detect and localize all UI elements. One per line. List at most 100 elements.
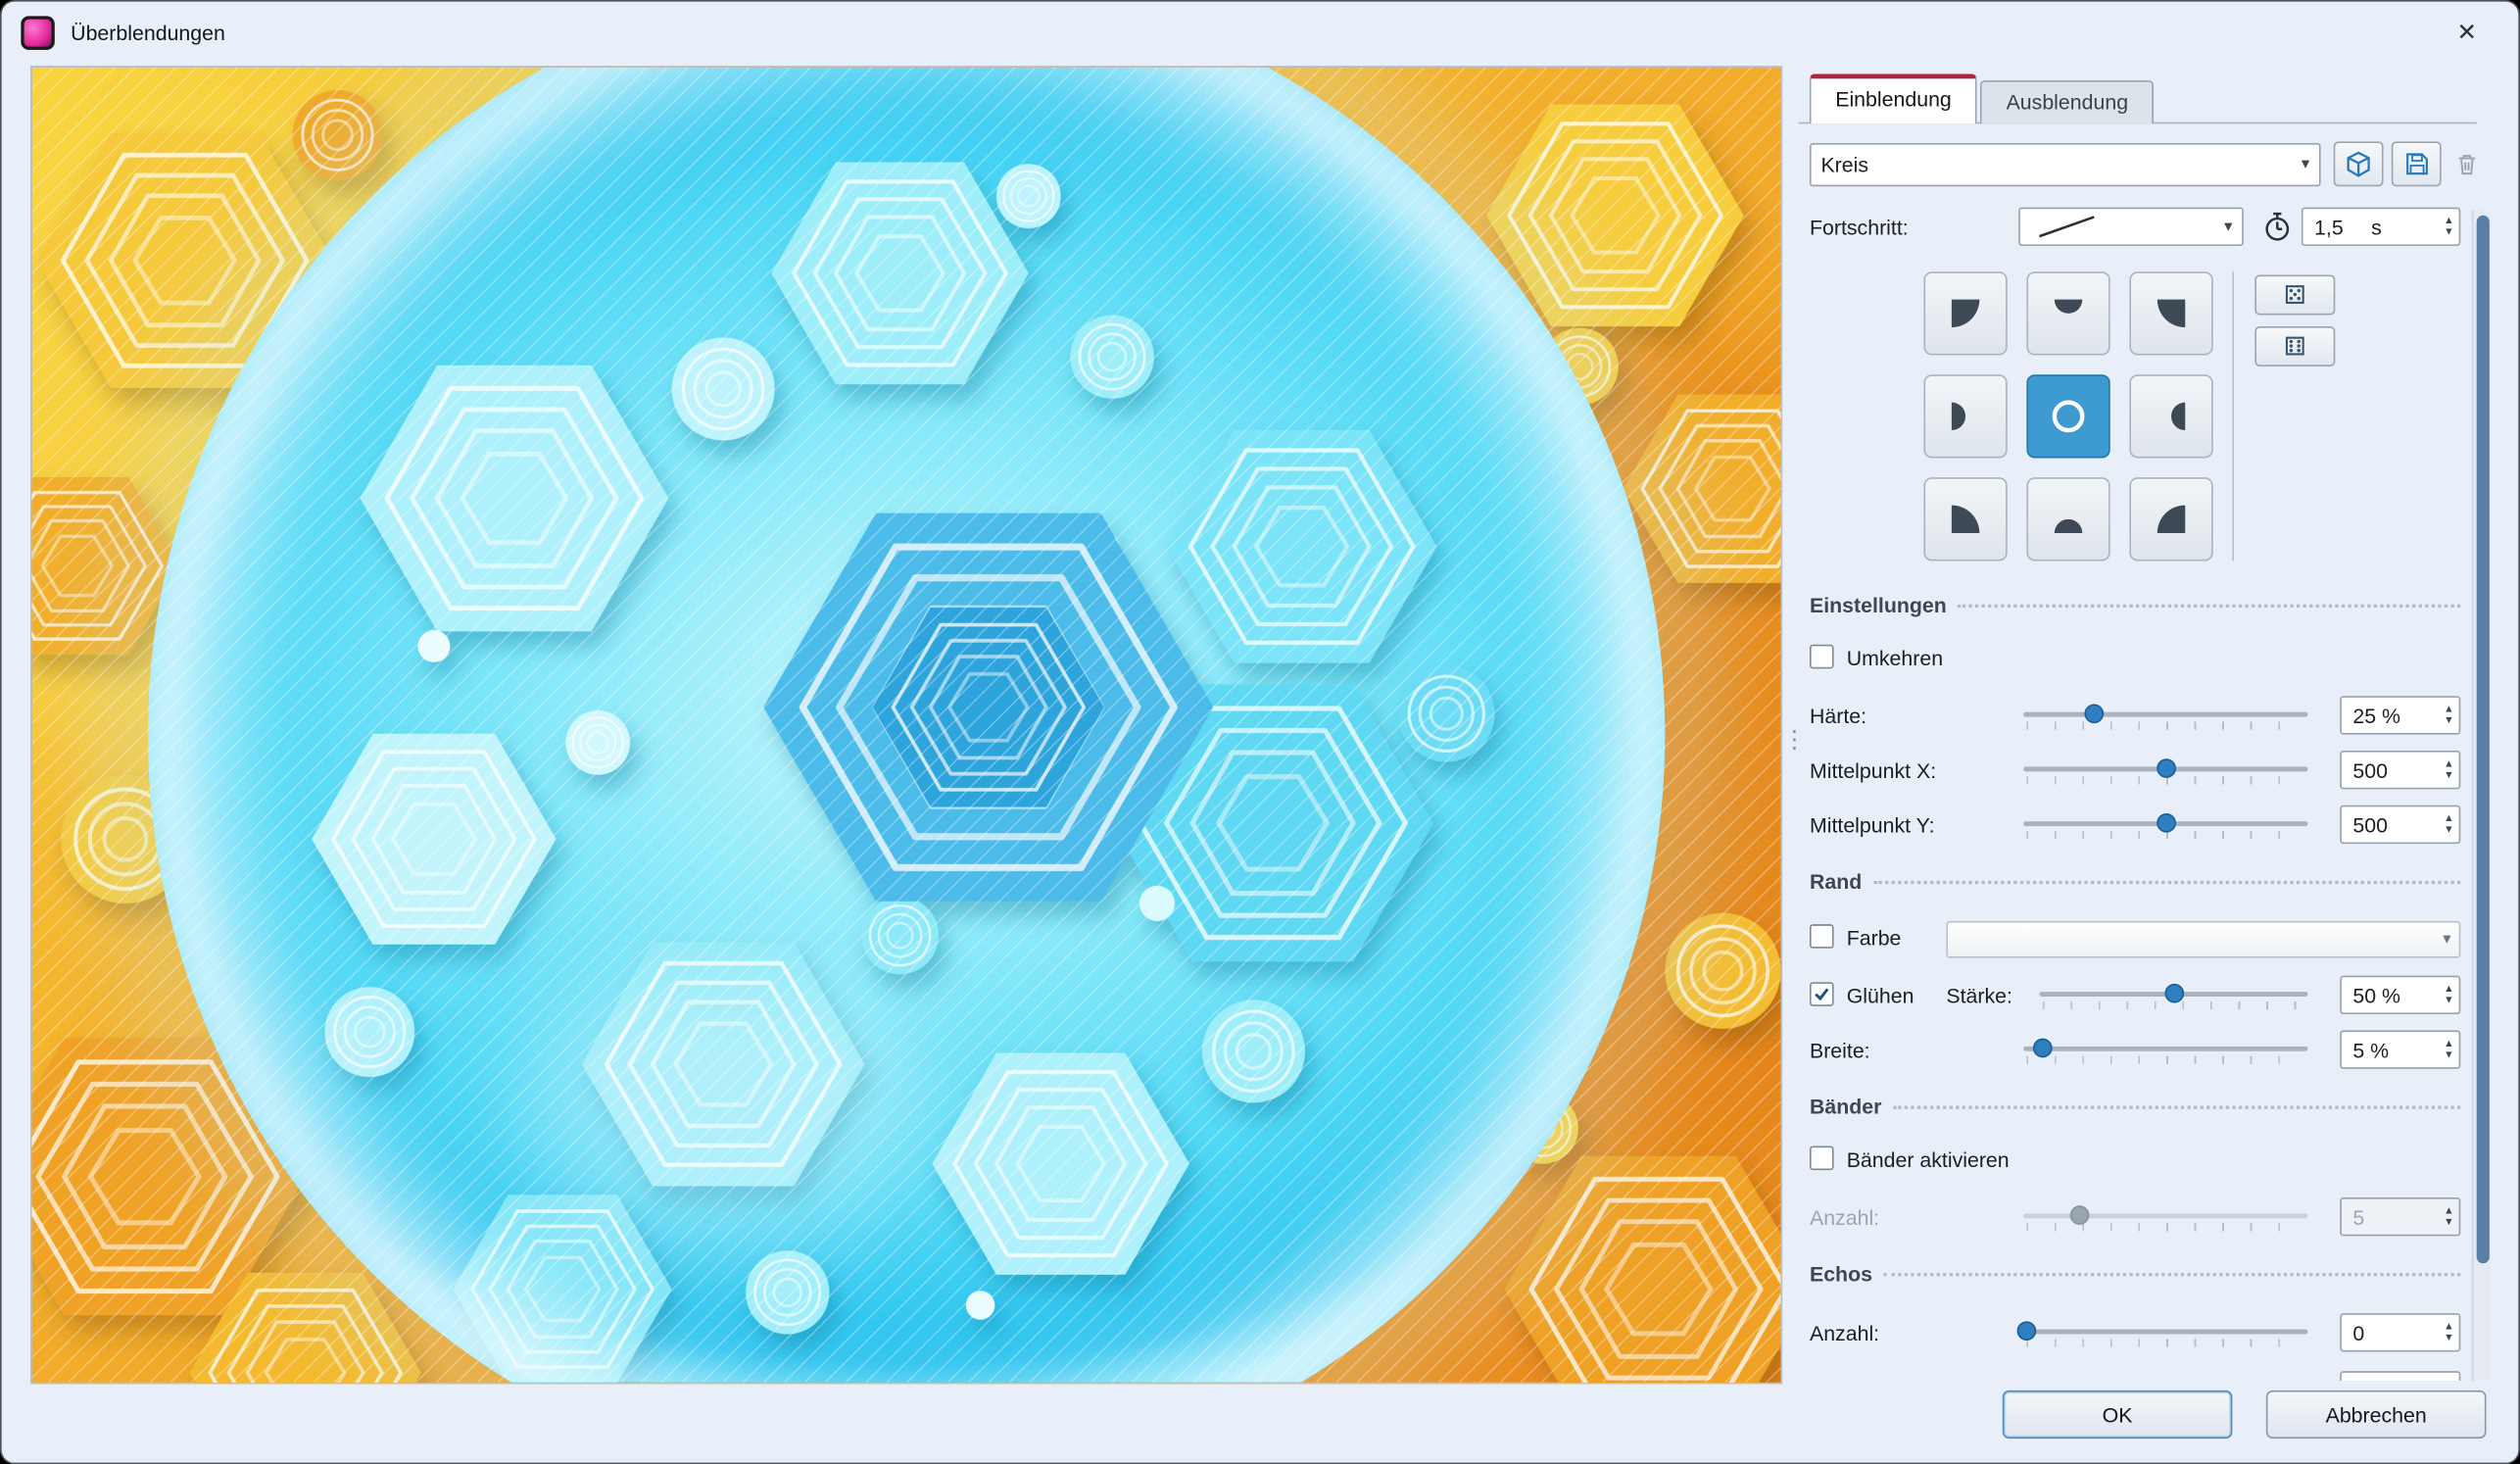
baender-anzahl-label: Anzahl:	[1810, 1205, 1879, 1230]
half-bottom-icon	[2048, 498, 2090, 540]
preset-combobox[interactable]: Kreis ▾	[1810, 143, 2321, 186]
progress-label: Fortschritt:	[1810, 216, 1909, 240]
tab-ausblendung[interactable]: Ausblendung	[1980, 80, 2154, 123]
staerke-label: Stärke:	[1946, 984, 2012, 1008]
spinner-arrows[interactable]: ▲▼	[2438, 704, 2454, 726]
package-button[interactable]	[2334, 141, 2384, 186]
mittelpunkt-y-spinbox[interactable]: 500 ▲▼	[2340, 805, 2460, 844]
origin-bottom-right-button[interactable]	[2129, 477, 2212, 561]
staerke-value: 50 %	[2352, 983, 2400, 1007]
staerke-spinbox[interactable]: 50 % ▲▼	[2340, 976, 2460, 1014]
origin-center-button[interactable]	[2026, 374, 2109, 458]
screen: Überblendungen ✕	[0, 0, 2520, 1464]
save-button[interactable]	[2392, 141, 2442, 186]
mittelpunkt-x-slider-thumb[interactable]	[2156, 758, 2175, 778]
circle-center-icon	[2048, 396, 2090, 438]
ok-button[interactable]: OK	[2003, 1391, 2233, 1439]
easing-combobox[interactable]: ▾	[2018, 208, 2244, 246]
cancel-button[interactable]: Abbrechen	[2266, 1391, 2487, 1439]
mittelpunkt-x-spinbox[interactable]: 500 ▲▼	[2340, 751, 2460, 789]
baender-aktivieren-checkbox[interactable]	[1810, 1147, 1834, 1171]
breite-slider[interactable]	[2023, 1034, 2307, 1066]
scrollbar-thumb[interactable]	[2477, 216, 2490, 1263]
section-rand: Rand	[1810, 869, 2460, 894]
origin-bottom-button[interactable]	[2026, 477, 2109, 561]
echos-anzahl-slider[interactable]	[2023, 1316, 2307, 1348]
check-icon	[1813, 986, 1830, 1003]
section-baender: Bänder	[1810, 1095, 2460, 1119]
scaler: Überblendungen ✕	[0, 0, 2520, 1464]
window-title: Überblendungen	[71, 21, 225, 45]
clipped-next-spinbox	[2340, 1371, 2460, 1381]
mittelpunkt-x-label: Mittelpunkt X:	[1810, 758, 1936, 783]
gluehen-checkbox[interactable]	[1810, 982, 1834, 1006]
mittelpunkt-y-slider-thumb[interactable]	[2156, 813, 2175, 833]
staerke-slider-thumb[interactable]	[2164, 984, 2184, 1003]
duration-unit: s	[2371, 215, 2382, 239]
staerke-slider[interactable]	[2040, 979, 2308, 1011]
spinner-arrows[interactable]: ▲▼	[2438, 1321, 2454, 1343]
mittelpunkt-y-slider[interactable]	[2023, 808, 2307, 841]
baender-aktivieren-label: Bänder aktivieren	[1847, 1147, 2010, 1172]
tab-einblendung[interactable]: Einblendung	[1810, 73, 1977, 123]
close-button[interactable]: ✕	[2435, 8, 2499, 56]
settings-panel: Einblendung Ausblendung Kreis ▾ Fo	[1798, 66, 2493, 1381]
origin-right-button[interactable]	[2129, 374, 2212, 458]
half-top-icon	[2048, 293, 2090, 335]
spinner-arrows[interactable]: ▲▼	[2438, 758, 2454, 781]
delete-button[interactable]	[2447, 145, 2486, 183]
section-einstellungen: Einstellungen	[1810, 593, 2460, 617]
spinner-arrows[interactable]: ▲▼	[2438, 216, 2454, 238]
haerte-slider-thumb[interactable]	[2085, 704, 2105, 723]
section-einstellungen-title: Einstellungen	[1810, 593, 1947, 617]
breite-slider-thumb[interactable]	[2034, 1039, 2054, 1058]
ueberblendungen-dialog: Überblendungen ✕	[0, 0, 2520, 1464]
section-echos-title: Echos	[1810, 1262, 1872, 1287]
quarter-bottom-right-icon	[2151, 498, 2193, 540]
ok-button-label: OK	[2103, 1402, 2133, 1427]
haerte-value: 25 %	[2352, 704, 2400, 728]
border-color-dropdown[interactable]: ▾	[1946, 921, 2460, 958]
haerte-spinbox[interactable]: 25 % ▲▼	[2340, 696, 2460, 734]
farbe-checkbox[interactable]	[1810, 924, 1834, 949]
spinner-arrows[interactable]: ▲▼	[2438, 813, 2454, 836]
haerte-slider[interactable]	[2023, 700, 2307, 732]
package-icon	[2345, 150, 2372, 177]
cancel-button-label: Abbrechen	[2326, 1402, 2427, 1427]
mittelpunkt-x-slider[interactable]	[2023, 754, 2307, 786]
section-rand-title: Rand	[1810, 869, 1862, 894]
umkehren-checkbox[interactable]	[1810, 645, 1834, 669]
baender-anzahl-value: 5	[2352, 1204, 2364, 1229]
chevron-down-icon: ▾	[2302, 156, 2309, 173]
echos-anzahl-value: 0	[2352, 1321, 2364, 1345]
echos-anzahl-slider-thumb[interactable]	[2016, 1321, 2036, 1341]
spinner-arrows[interactable]: ▲▼	[2438, 984, 2454, 1006]
echos-anzahl-spinbox[interactable]: 0 ▲▼	[2340, 1313, 2460, 1351]
duration-spinbox[interactable]: 1,5 s ▲▼	[2302, 208, 2460, 246]
app-icon	[21, 16, 54, 49]
origin-top-right-button[interactable]	[2129, 271, 2212, 355]
haerte-label: Härte:	[1810, 704, 1866, 728]
chevron-down-icon: ▾	[2224, 218, 2232, 235]
origin-top-left-button[interactable]	[1923, 271, 2007, 355]
timer-button[interactable]	[2261, 211, 2294, 243]
quarter-top-left-icon	[1945, 293, 1987, 335]
easing-curve-icon	[2030, 213, 2101, 242]
panel-scrollbar[interactable]	[2472, 211, 2492, 1381]
section-baender-title: Bänder	[1810, 1095, 1881, 1119]
breite-spinbox[interactable]: 5 % ▲▼	[2340, 1030, 2460, 1068]
duration-value: 1,5	[2314, 215, 2344, 239]
random-cube-button[interactable]: ⚅	[2254, 326, 2335, 366]
transition-preview	[30, 66, 1782, 1384]
baender-anzahl-spinbox: 5 ▲▼	[2340, 1197, 2460, 1236]
preview-art	[32, 68, 1781, 1383]
die-cube-icon: ⚅	[2284, 330, 2306, 363]
origin-left-button[interactable]	[1923, 374, 2007, 458]
random-once-button[interactable]: ⚄	[2254, 274, 2335, 315]
origin-bottom-left-button[interactable]	[1923, 477, 2007, 561]
mittelpunkt-x-value: 500	[2352, 757, 2388, 782]
spinner-arrows[interactable]: ▲▼	[2438, 1039, 2454, 1061]
origin-top-button[interactable]	[2026, 271, 2109, 355]
grid-separator	[2232, 271, 2234, 561]
die-face-icon: ⚄	[2284, 279, 2306, 312]
